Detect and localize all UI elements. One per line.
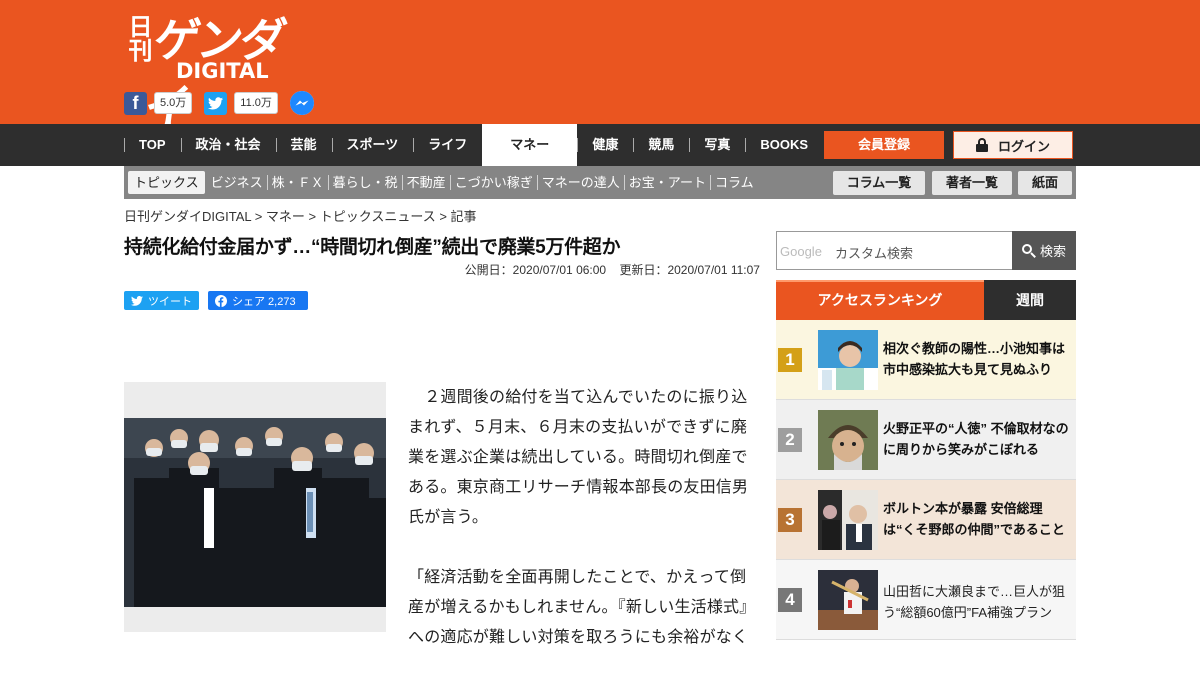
facebook-count: 5.0万 (154, 92, 193, 114)
article-title: 持続化給付金届かず…“時間切れ倒産”続出で廃業5万件超か (124, 237, 621, 258)
rank-thumbnail (818, 570, 878, 630)
social-follow: f 5.0万 11.0万 (124, 91, 314, 115)
rank-thumbnail (818, 490, 878, 550)
facebook-share-button[interactable]: シェア 2,273 (208, 291, 308, 310)
rank-title: 相次ぐ教師の陽性…小池知事は市中感染拡大も見て見ぬふり (883, 341, 1066, 377)
subnav-item-column[interactable]: コラム (709, 175, 758, 190)
subnav-item-treasure-art[interactable]: お宝・アート (623, 175, 710, 190)
ranking-tabs: アクセスランキング 週間 (776, 280, 1076, 320)
subnav-item-side-income[interactable]: こづかい稼ぎ (449, 175, 537, 190)
rank-title: 山田哲に大瀬良まで…巨人が狙う“総額60億円”FA補強プラン (883, 584, 1066, 620)
ranking-list: 1 相次ぐ教師の陽性…小池知事は市中感染拡大も見て見ぬふり 2 火野正平の“人徳… (776, 320, 1076, 640)
rank-title: 火野正平の“人徳” 不倫取材なのに周りから笑みがこぼれる (883, 421, 1069, 457)
paper-button[interactable]: 紙面 (1018, 171, 1072, 195)
messenger-icon[interactable] (289, 91, 314, 115)
tab-access-ranking[interactable]: アクセスランキング (776, 280, 984, 320)
subnav-items: トピックス ビジネス 株・ＦＸ 暮らし・税 不動産 こづかい稼ぎ マネーの達人 … (128, 171, 758, 194)
tweet-label: ツイート (148, 295, 192, 308)
rank-badge: 3 (778, 508, 802, 532)
google-logo: Google (780, 244, 822, 259)
rank-title: ボルトン本が暴露 安倍総理は“くそ野郎の仲間”であること (883, 501, 1065, 537)
nav-item-money[interactable]: マネー (482, 124, 578, 166)
subnav-item-living-tax[interactable]: 暮らし・税 (327, 175, 402, 190)
ranking-item[interactable]: 3 ボルトン本が暴露 安倍総理は“くそ野郎の仲間”であること (776, 480, 1076, 560)
site-logo[interactable]: 日刊 ゲンダイ DIGITAL (124, 10, 306, 133)
search-input[interactable]: Google カスタム検索 (776, 231, 1013, 270)
ranking-item[interactable]: 1 相次ぐ教師の陽性…小池知事は市中感染拡大も見て見ぬふり (776, 320, 1076, 400)
column-list-button[interactable]: コラム一覧 (833, 171, 925, 195)
login-button[interactable]: ログイン (953, 131, 1073, 159)
logo-kanji: 日刊 (124, 14, 153, 62)
subnav-item-business[interactable]: ビジネス (205, 175, 267, 190)
nav-item-books[interactable]: BOOKS (745, 124, 823, 166)
facebook-icon (215, 294, 227, 307)
breadcrumb[interactable]: 日刊ゲンダイDIGITAL > マネー > トピックスニュース > 記事 (124, 206, 477, 225)
ranking-item[interactable]: 2 火野正平の“人徳” 不倫取材なのに周りから笑みがこぼれる (776, 400, 1076, 480)
nav-item-top[interactable]: TOP (124, 124, 181, 166)
facebook-icon[interactable]: f (124, 91, 147, 115)
updated-date: 更新日：2020/07/01 11:07 (619, 263, 760, 277)
rank-thumbnail (818, 330, 878, 390)
sub-nav: トピックス ビジネス 株・ＦＸ 暮らし・税 不動産 こづかい稼ぎ マネーの達人 … (124, 166, 1076, 199)
author-list-button[interactable]: 著者一覧 (932, 171, 1012, 195)
login-label: ログイン (997, 138, 1050, 154)
article-paragraph: ２週間後の給付を当て込んでいたのに振り込まれず、５月末、６月末の支払いができずに… (408, 387, 749, 526)
subnav-item-real-estate[interactable]: 不動産 (401, 175, 450, 190)
article-photo-frame (124, 382, 386, 632)
nav-item-sports[interactable]: スポーツ (331, 124, 414, 166)
twitter-icon[interactable] (204, 91, 228, 115)
nav-items: TOP 政治・社会 芸能 スポーツ ライフ マネー 健康 競馬 写真 BOOKS (124, 124, 823, 166)
search-icon (1021, 243, 1036, 258)
main-nav: TOP 政治・社会 芸能 スポーツ ライフ マネー 健康 競馬 写真 BOOKS… (0, 124, 1200, 166)
share-label: シェア 2,273 (232, 295, 296, 308)
subnav-item-topics[interactable]: トピックス (128, 171, 205, 194)
rank-badge: 2 (778, 428, 802, 452)
nav-item-photo[interactable]: 写真 (689, 124, 745, 166)
ranking-item[interactable]: 4 山田哲に大瀬良まで…巨人が狙う“総額60億円”FA補強プラン (776, 560, 1076, 640)
rank-badge: 1 (778, 348, 802, 372)
nav-item-entertainment[interactable]: 芸能 (275, 124, 332, 166)
register-button[interactable]: 会員登録 (824, 131, 944, 159)
search-button[interactable]: 検索 (1012, 231, 1076, 270)
subnav-item-money-expert[interactable]: マネーの達人 (536, 175, 624, 190)
nav-item-politics[interactable]: 政治・社会 (180, 124, 276, 166)
article-body: ２週間後の給付を当て込んでいたのに振り込まれず、５月末、６月末の支払いができずに… (408, 382, 752, 682)
rank-badge: 4 (778, 588, 802, 612)
tweet-button[interactable]: ツイート (124, 291, 199, 310)
rank-thumbnail (818, 410, 878, 470)
article-dates: 公開日：2020/07/01 06:00 更新日：2020/07/01 11:0… (465, 261, 760, 278)
logo-sub: DIGITAL (176, 59, 269, 83)
article-paragraph: 「経済活動を全面再開したことで、かえって倒産が増えるかもしれません。『新しい生活… (408, 567, 749, 646)
nav-item-health[interactable]: 健康 (577, 124, 633, 166)
article-photo[interactable] (124, 418, 386, 607)
twitter-icon (131, 295, 143, 306)
twitter-count: 11.0万 (234, 92, 278, 114)
site-header: 日刊 ゲンダイ DIGITAL f 5.0万 11.0万 (0, 0, 1200, 133)
search-button-label: 検索 (1039, 244, 1066, 259)
published-date: 公開日：2020/07/01 06:00 (464, 263, 607, 277)
subnav-item-stocks-fx[interactable]: 株・ＦＸ (266, 175, 328, 190)
search-placeholder: カスタム検索 (835, 246, 914, 261)
nav-item-keiba[interactable]: 競馬 (633, 124, 689, 166)
nav-item-life[interactable]: ライフ (413, 124, 482, 166)
lock-icon (975, 138, 988, 152)
tab-weekly[interactable]: 週間 (984, 280, 1076, 320)
